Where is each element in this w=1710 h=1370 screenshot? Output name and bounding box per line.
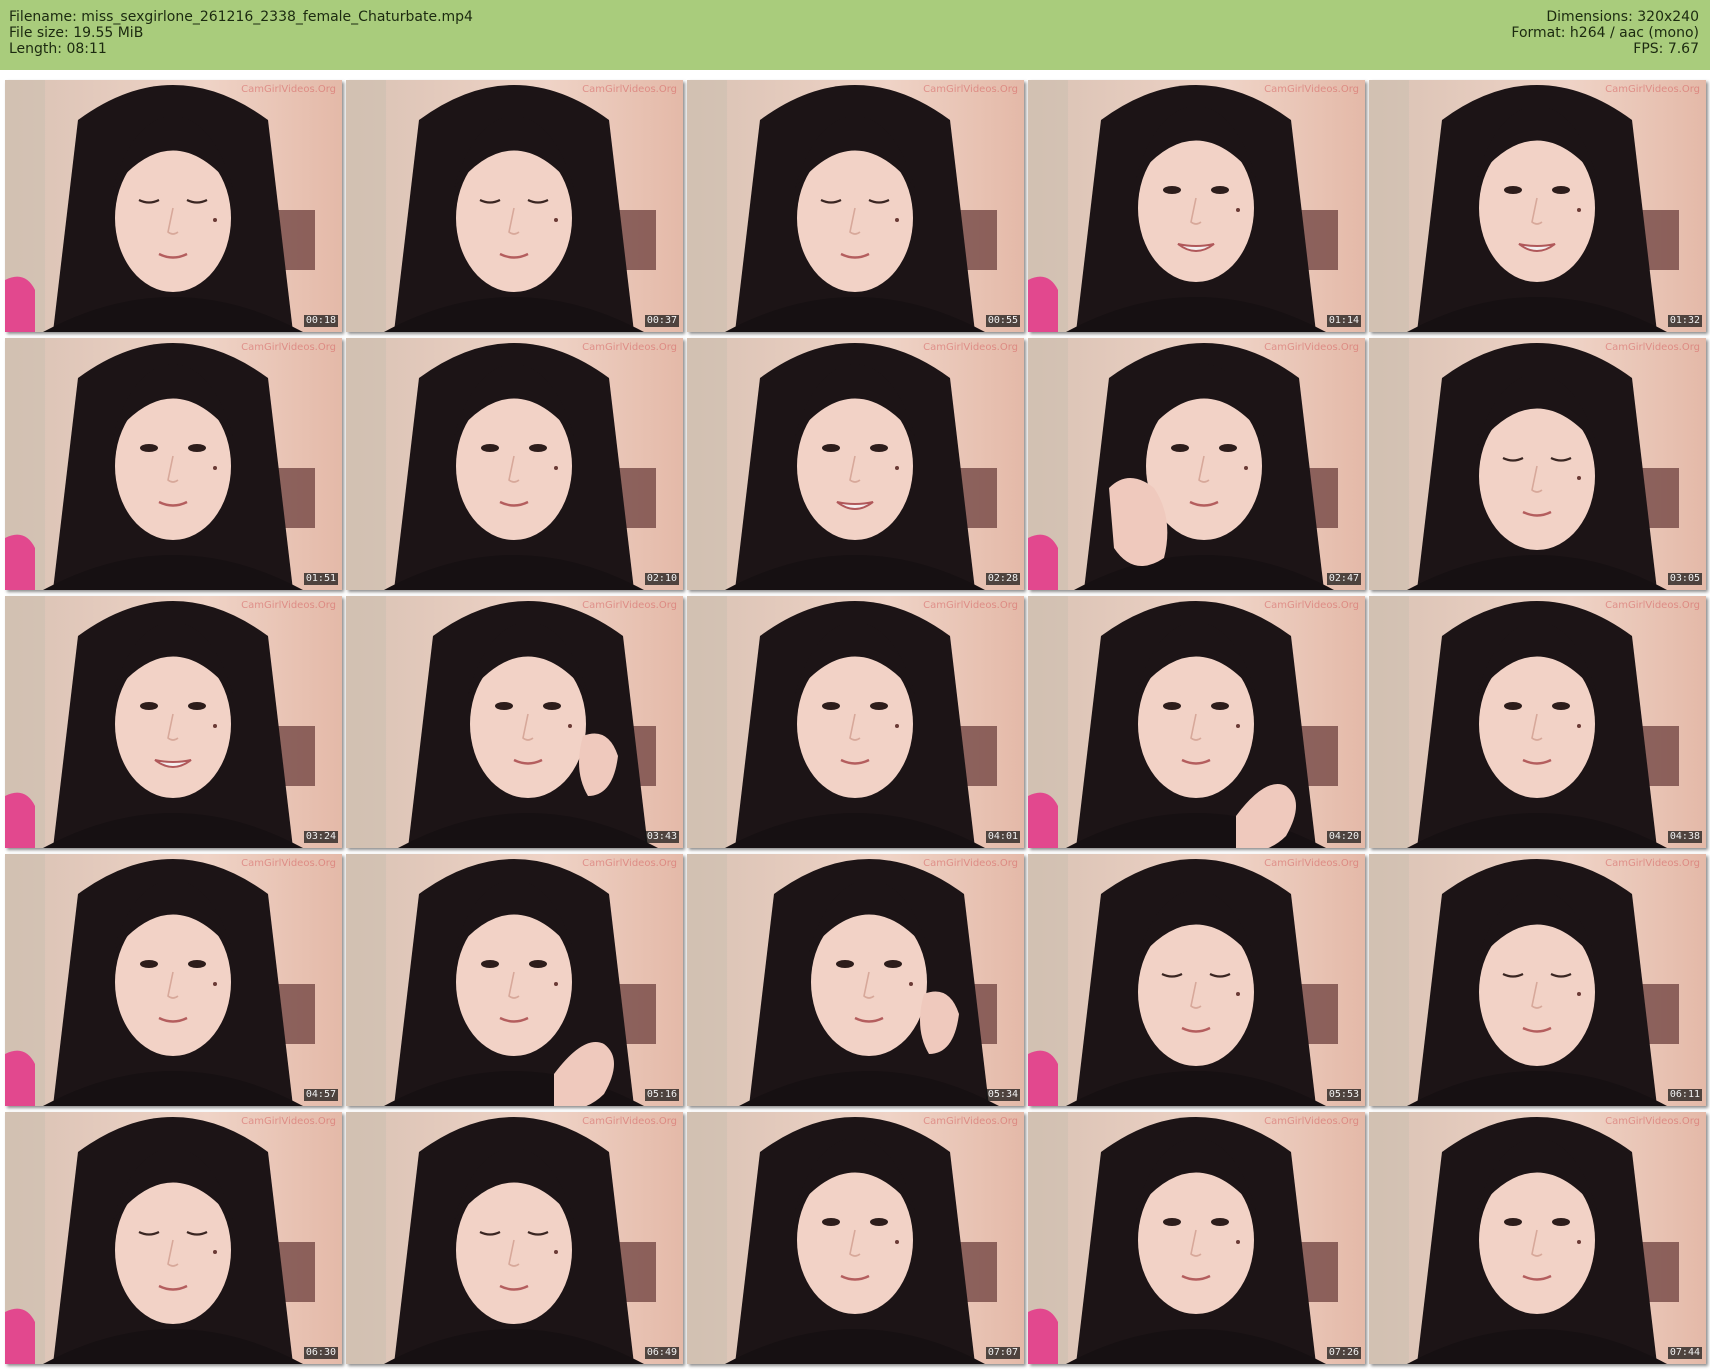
video-thumbnail: CamGirlVideos.Org 03:43 — [346, 596, 683, 848]
watermark-text: CamGirlVideos.Org — [1605, 84, 1700, 95]
video-thumbnail: CamGirlVideos.Org 05:34 — [687, 854, 1024, 1106]
watermark-text: CamGirlVideos.Org — [923, 1116, 1018, 1127]
format-text: Format: h264 / aac (mono) — [1511, 25, 1699, 41]
video-thumbnail: CamGirlVideos.Org 00:18 — [5, 80, 342, 332]
watermark-text: CamGirlVideos.Org — [1605, 342, 1700, 353]
watermark-text: CamGirlVideos.Org — [1605, 1116, 1700, 1127]
timestamp-label: 05:53 — [1326, 1089, 1361, 1101]
watermark-text: CamGirlVideos.Org — [1264, 600, 1359, 611]
thumbnail-grid: CamGirlVideos.Org 00:18 CamGirlVideos.Org 0… — [0, 76, 1710, 1370]
timestamp-label: 03:05 — [1667, 573, 1702, 585]
timestamp-label: 06:30 — [303, 1347, 338, 1359]
video-thumbnail: CamGirlVideos.Org 04:38 — [1369, 596, 1706, 848]
watermark-text: CamGirlVideos.Org — [1264, 858, 1359, 869]
info-header: Filename: miss_sexgirlone_261216_2338_fe… — [0, 0, 1710, 70]
watermark-text: CamGirlVideos.Org — [582, 342, 677, 353]
watermark-text: CamGirlVideos.Org — [241, 342, 336, 353]
timestamp-label: 01:14 — [1326, 315, 1361, 327]
video-thumbnail: CamGirlVideos.Org 03:24 — [5, 596, 342, 848]
timestamp-label: 00:55 — [985, 315, 1020, 327]
fps-text: FPS: 7.67 — [1633, 41, 1699, 57]
video-thumbnail: CamGirlVideos.Org 07:26 — [1028, 1112, 1365, 1364]
video-thumbnail: CamGirlVideos.Org 04:57 — [5, 854, 342, 1106]
video-thumbnail: CamGirlVideos.Org 00:55 — [687, 80, 1024, 332]
watermark-text: CamGirlVideos.Org — [582, 84, 677, 95]
video-thumbnail: CamGirlVideos.Org 06:49 — [346, 1112, 683, 1364]
file-info-right: Dimensions: 320x240 Format: h264 / aac (… — [1511, 9, 1699, 57]
watermark-text: CamGirlVideos.Org — [1264, 84, 1359, 95]
timestamp-label: 04:01 — [985, 831, 1020, 843]
watermark-text: CamGirlVideos.Org — [582, 1116, 677, 1127]
length-text: Length: 08:11 — [9, 41, 107, 57]
video-thumbnail: CamGirlVideos.Org 01:32 — [1369, 80, 1706, 332]
timestamp-label: 02:28 — [985, 573, 1020, 585]
video-thumbnail: CamGirlVideos.Org 01:14 — [1028, 80, 1365, 332]
watermark-text: CamGirlVideos.Org — [1264, 1116, 1359, 1127]
video-thumbnail: CamGirlVideos.Org 06:11 — [1369, 854, 1706, 1106]
timestamp-label: 03:43 — [644, 831, 679, 843]
timestamp-label: 01:51 — [303, 573, 338, 585]
video-thumbnail: CamGirlVideos.Org 02:10 — [346, 338, 683, 590]
timestamp-label: 07:26 — [1326, 1347, 1361, 1359]
video-thumbnail: CamGirlVideos.Org 07:44 — [1369, 1112, 1706, 1364]
watermark-text: CamGirlVideos.Org — [582, 858, 677, 869]
timestamp-label: 04:38 — [1667, 831, 1702, 843]
watermark-text: CamGirlVideos.Org — [241, 84, 336, 95]
watermark-text: CamGirlVideos.Org — [1605, 858, 1700, 869]
watermark-text: CamGirlVideos.Org — [923, 342, 1018, 353]
watermark-text: CamGirlVideos.Org — [923, 858, 1018, 869]
timestamp-label: 04:57 — [303, 1089, 338, 1101]
video-thumbnail: CamGirlVideos.Org 06:30 — [5, 1112, 342, 1364]
timestamp-label: 00:37 — [644, 315, 679, 327]
timestamp-label: 01:32 — [1667, 315, 1702, 327]
timestamp-label: 02:10 — [644, 573, 679, 585]
filename-text: Filename: miss_sexgirlone_261216_2338_fe… — [9, 9, 473, 25]
watermark-text: CamGirlVideos.Org — [241, 600, 336, 611]
video-thumbnail: CamGirlVideos.Org 03:05 — [1369, 338, 1706, 590]
watermark-text: CamGirlVideos.Org — [582, 600, 677, 611]
video-thumbnail: CamGirlVideos.Org 02:28 — [687, 338, 1024, 590]
video-thumbnail: CamGirlVideos.Org 02:47 — [1028, 338, 1365, 590]
timestamp-label: 06:11 — [1667, 1089, 1702, 1101]
watermark-text: CamGirlVideos.Org — [241, 1116, 336, 1127]
video-thumbnail: CamGirlVideos.Org 01:51 — [5, 338, 342, 590]
watermark-text: CamGirlVideos.Org — [923, 84, 1018, 95]
video-thumbnail: CamGirlVideos.Org 04:20 — [1028, 596, 1365, 848]
timestamp-label: 00:18 — [303, 315, 338, 327]
watermark-text: CamGirlVideos.Org — [1264, 342, 1359, 353]
watermark-text: CamGirlVideos.Org — [1605, 600, 1700, 611]
watermark-text: CamGirlVideos.Org — [241, 858, 336, 869]
video-thumbnail: CamGirlVideos.Org 07:07 — [687, 1112, 1024, 1364]
timestamp-label: 04:20 — [1326, 831, 1361, 843]
video-thumbnail: CamGirlVideos.Org 00:37 — [346, 80, 683, 332]
timestamp-label: 05:34 — [985, 1089, 1020, 1101]
dimensions-text: Dimensions: 320x240 — [1546, 9, 1699, 25]
video-thumbnail: CamGirlVideos.Org 05:53 — [1028, 854, 1365, 1106]
watermark-text: CamGirlVideos.Org — [923, 600, 1018, 611]
video-thumbnail: CamGirlVideos.Org 05:16 — [346, 854, 683, 1106]
file-info-left: Filename: miss_sexgirlone_261216_2338_fe… — [9, 9, 473, 57]
timestamp-label: 07:44 — [1667, 1347, 1702, 1359]
timestamp-label: 06:49 — [644, 1347, 679, 1359]
filesize-text: File size: 19.55 MiB — [9, 25, 144, 41]
video-thumbnail: CamGirlVideos.Org 04:01 — [687, 596, 1024, 848]
timestamp-label: 03:24 — [303, 831, 338, 843]
timestamp-label: 07:07 — [985, 1347, 1020, 1359]
timestamp-label: 05:16 — [644, 1089, 679, 1101]
timestamp-label: 02:47 — [1326, 573, 1361, 585]
